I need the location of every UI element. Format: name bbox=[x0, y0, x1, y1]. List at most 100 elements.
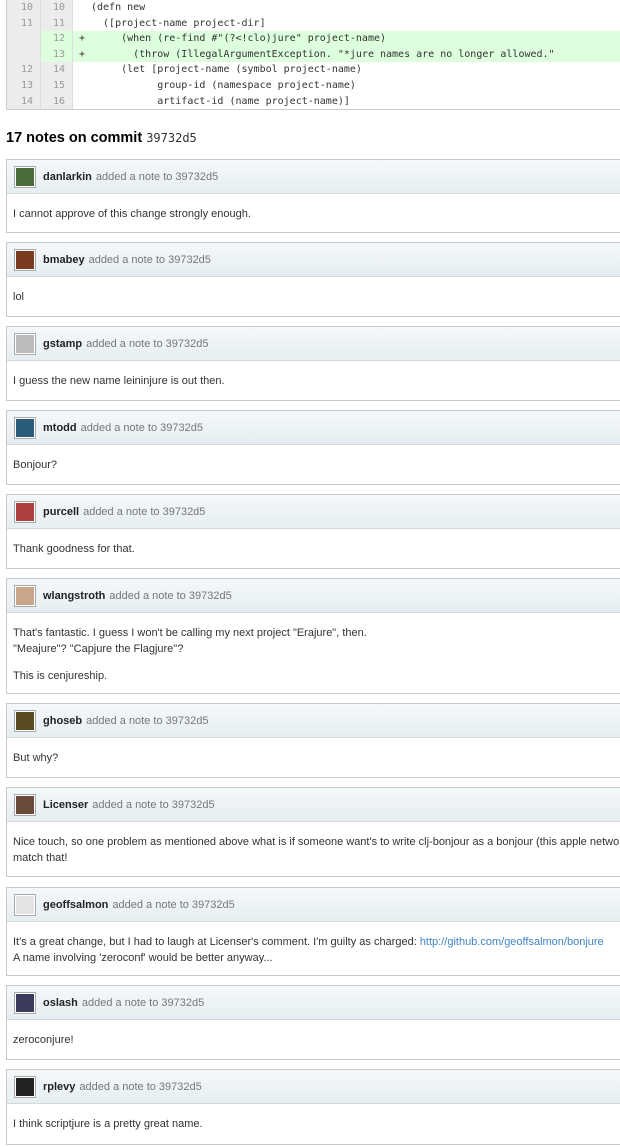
author-link[interactable]: wlangstroth bbox=[43, 590, 105, 602]
avatar[interactable] bbox=[14, 416, 36, 439]
comment-paragraph: lol bbox=[13, 289, 619, 305]
comment-text: lol bbox=[13, 291, 25, 303]
comment-paragraph: Bonjour? bbox=[13, 457, 619, 473]
avatar[interactable] bbox=[14, 248, 36, 271]
author-link[interactable]: rplevy bbox=[43, 1081, 75, 1093]
comment-body: I cannot approve of this change strongly… bbox=[7, 194, 620, 233]
author-link[interactable]: oslash bbox=[43, 997, 78, 1009]
author-link[interactable]: danlarkin bbox=[43, 171, 92, 183]
avatar-image bbox=[16, 502, 34, 521]
avatar[interactable] bbox=[14, 893, 36, 916]
diff-marker: + bbox=[79, 33, 86, 45]
avatar[interactable] bbox=[14, 1075, 36, 1098]
comment: danlarkin added a note to 39732d5 I cannot… bbox=[6, 159, 620, 233]
comment-text: Bonjour? bbox=[13, 459, 58, 471]
comment-body: It's a great change, but I had to laugh … bbox=[7, 922, 620, 977]
comment-body: Nice touch, so one problem as mentioned … bbox=[7, 822, 620, 877]
comment-text: Nice touch, so one problem as mentioned … bbox=[13, 836, 620, 864]
avatar[interactable] bbox=[14, 709, 36, 732]
avatar-image bbox=[16, 250, 34, 269]
comment-body: zeroconjure! bbox=[7, 1020, 620, 1059]
author-link[interactable]: geoffsalmon bbox=[43, 899, 108, 911]
old-line-number[interactable]: 14 bbox=[7, 93, 41, 110]
code-line: artifact-id (name project-name)] bbox=[91, 95, 350, 107]
comment: purcell added a note to 39732d5 Thank good… bbox=[6, 494, 620, 569]
comment-body: I guess the new name leininjure is out t… bbox=[7, 361, 620, 400]
author-link[interactable]: purcell bbox=[43, 506, 79, 518]
comment-paragraph: I guess the new name leininjure is out t… bbox=[13, 373, 619, 389]
diff-view: 10 10 (defn new 11 11 ([project-name project… bbox=[6, 0, 620, 111]
notes-count: 17 notes on commit bbox=[6, 130, 143, 146]
comment: Licenser added a note to 39732d5 Nice touc… bbox=[6, 787, 620, 877]
comment-paragraph: Nice touch, so one problem as mentioned … bbox=[13, 834, 620, 866]
new-line-number[interactable]: 11 bbox=[41, 15, 73, 32]
new-line-number[interactable]: 12 bbox=[41, 31, 73, 47]
comment-text: It's a great change, but I had to laugh … bbox=[13, 936, 420, 948]
avatar[interactable] bbox=[14, 584, 36, 607]
comment-header: wlangstroth added a note to 39732d5 bbox=[7, 579, 620, 613]
avatar-image bbox=[16, 418, 34, 437]
code-line: (when (re-find #"(?<!clo)jure" project-n… bbox=[91, 33, 387, 45]
avatar[interactable] bbox=[14, 165, 36, 188]
diff-line: 13 + (throw (IllegalArgumentException. "*… bbox=[7, 46, 620, 63]
commit-sha[interactable]: 39732d5 bbox=[146, 131, 197, 145]
code-line: (throw (IllegalArgumentException. "*jure… bbox=[91, 48, 555, 60]
avatar[interactable] bbox=[14, 793, 36, 816]
comment-header: gstamp added a note to 39732d5 bbox=[7, 327, 620, 361]
code-text: group-id (namespace project-name) bbox=[73, 78, 620, 94]
code-line: (let [project-name (symbol project-name) bbox=[91, 64, 362, 76]
comment-meta: added a note to 39732d5 bbox=[86, 714, 209, 727]
author-link[interactable]: bmabey bbox=[43, 254, 85, 266]
avatar-image bbox=[16, 1077, 34, 1096]
diff-line: 14 16 artifact-id (name project-name)] bbox=[7, 93, 620, 110]
new-line-number[interactable]: 16 bbox=[41, 93, 73, 110]
avatar-image bbox=[16, 586, 34, 605]
new-line-number[interactable]: 15 bbox=[41, 77, 73, 94]
avatar[interactable] bbox=[14, 500, 36, 523]
comment-meta: added a note to 39732d5 bbox=[80, 421, 203, 434]
comment-meta: added a note to 39732d5 bbox=[79, 1080, 202, 1093]
notes-heading: 17 notes on commit 39732d5 bbox=[6, 130, 197, 146]
comment-header: danlarkin added a note to 39732d5 bbox=[7, 160, 620, 194]
comment-meta: added a note to 39732d5 bbox=[88, 253, 211, 266]
comment-text: I think scriptjure is a pretty great nam… bbox=[13, 1118, 203, 1130]
old-line-number[interactable]: 11 bbox=[7, 15, 41, 32]
old-line-number[interactable] bbox=[7, 46, 41, 63]
comment-header: bmabey added a note to 39732d5 bbox=[7, 243, 620, 277]
comment: wlangstroth added a note to 39732d5 That's… bbox=[6, 578, 620, 694]
avatar-image bbox=[16, 895, 34, 914]
author-link[interactable]: ghoseb bbox=[43, 715, 82, 727]
comment-meta: added a note to 39732d5 bbox=[95, 170, 219, 183]
comment-meta: added a note to 39732d5 bbox=[83, 505, 206, 518]
author-link[interactable]: mtodd bbox=[43, 422, 77, 434]
comment-text: zeroconjure! bbox=[13, 1034, 74, 1046]
comment-body: That's fantastic. I guess I won't be cal… bbox=[7, 613, 620, 695]
old-line-number[interactable]: 12 bbox=[7, 62, 41, 78]
comment-body: Thank goodness for that. bbox=[7, 529, 620, 568]
old-line-number[interactable] bbox=[7, 31, 41, 47]
comment-paragraph: zeroconjure! bbox=[13, 1032, 619, 1048]
avatar-image bbox=[16, 334, 34, 353]
comment-link[interactable]: http://github.com/geoffsalmon/bonjure bbox=[420, 936, 604, 948]
comment: gstamp added a note to 39732d5 I guess the… bbox=[6, 326, 620, 401]
avatar[interactable] bbox=[14, 991, 36, 1014]
comment-text: That's fantastic. I guess I won't be cal… bbox=[13, 627, 367, 655]
new-line-number[interactable]: 13 bbox=[41, 46, 73, 63]
old-line-number[interactable]: 13 bbox=[7, 77, 41, 94]
avatar[interactable] bbox=[14, 332, 36, 355]
new-line-number[interactable]: 10 bbox=[41, 0, 73, 16]
old-line-number[interactable]: 10 bbox=[7, 0, 41, 16]
comment-body: I think scriptjure is a pretty great nam… bbox=[7, 1104, 620, 1143]
code-line: ([project-name project-dir] bbox=[91, 17, 266, 29]
new-line-number[interactable]: 14 bbox=[41, 62, 73, 78]
author-link[interactable]: gstamp bbox=[43, 338, 82, 350]
comment-paragraph: Thank goodness for that. bbox=[13, 541, 619, 557]
comment-meta: added a note to 39732d5 bbox=[92, 798, 215, 811]
comment: rplevy added a note to 39732d5 I think scr… bbox=[6, 1069, 620, 1145]
comment-paragraph: It's a great change, but I had to laugh … bbox=[13, 934, 619, 950]
author-link[interactable]: Licenser bbox=[43, 799, 88, 811]
comment: mtodd added a note to 39732d5 Bonjour? bbox=[6, 410, 620, 485]
code-text: (defn new bbox=[73, 0, 620, 16]
comment-body: But why? bbox=[7, 738, 620, 777]
code-text: + (when (re-find #"(?<!clo)jure" project… bbox=[73, 31, 620, 47]
